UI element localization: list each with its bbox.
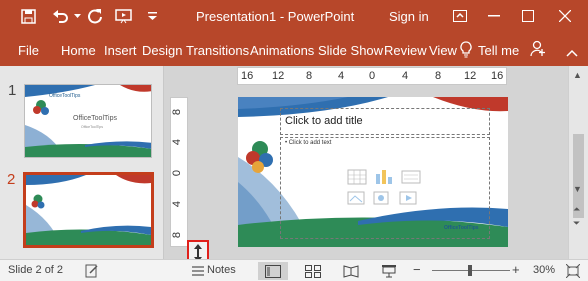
customize-qat-icon[interactable] <box>144 0 160 32</box>
tab-view[interactable]: View <box>429 43 457 58</box>
tab-transitions[interactable]: Transitions <box>186 43 249 58</box>
ruler-tick: 12 <box>272 70 285 82</box>
tab-animations[interactable]: Animations <box>250 43 314 58</box>
fit-slide-to-window-icon[interactable] <box>564 262 582 280</box>
content-placeholder[interactable]: • Click to add text <box>280 137 490 239</box>
ruler-tick: 4 <box>402 70 409 82</box>
close-icon[interactable] <box>548 0 582 32</box>
slide-number-1: 1 <box>8 82 17 99</box>
tab-slide-show[interactable]: Slide Show <box>318 43 383 58</box>
minimize-icon[interactable] <box>477 0 511 32</box>
ruler-tick: 16 <box>491 70 504 82</box>
slide-thumbnail-1[interactable]: OfficeToolTips OfficeToolTips OfficeTool… <box>24 84 152 158</box>
normal-view-icon[interactable] <box>258 262 288 280</box>
horizontal-ruler[interactable]: 16 12 8 4 0 4 8 12 16 <box>237 67 507 85</box>
title-placeholder[interactable]: Click to add title <box>280 108 490 135</box>
slide-brand-text: OfficeToolTips <box>444 225 479 231</box>
ruler-tick: 4 <box>338 70 345 82</box>
vertical-ruler[interactable]: 8 4 0 4 8 <box>170 97 188 247</box>
start-from-beginning-icon[interactable] <box>112 0 136 32</box>
zoom-slider-thumb[interactable] <box>468 265 472 276</box>
ruler-tick: 4 <box>171 138 184 146</box>
slide-indicator: Slide 2 of 2 <box>8 264 64 276</box>
tab-insert[interactable]: Insert <box>104 43 137 58</box>
next-slide-icon[interactable]: ⏷ <box>573 218 580 229</box>
ribbon-tab-bar: File Home Insert Design Transitions Anim… <box>0 32 588 66</box>
undo-icon[interactable] <box>48 0 74 32</box>
tab-design[interactable]: Design <box>142 43 182 58</box>
thumb1-subtitle: OfficeToolTips <box>81 125 103 129</box>
tab-file[interactable]: File <box>18 43 39 58</box>
slide-canvas[interactable]: Click to add title • Click to add text O… <box>238 97 508 247</box>
thumb1-title: OfficeToolTips <box>73 115 117 122</box>
zoom-in-button[interactable]: + <box>512 262 520 277</box>
slide-thumbnail-pane[interactable]: 1 OfficeToolTips OfficeToolTips OfficeTo… <box>0 66 164 259</box>
slide-sorter-view-icon[interactable] <box>298 262 328 280</box>
zoom-level[interactable]: 30% <box>533 264 555 276</box>
lightbulb-icon[interactable] <box>460 41 472 63</box>
ruler-tick: 4 <box>171 200 184 208</box>
zoom-out-button[interactable]: − <box>413 262 421 277</box>
title-bar: Presentation1 - PowerPoint Sign in <box>0 0 588 32</box>
collapse-ribbon-icon[interactable] <box>566 44 578 62</box>
ruler-tick: 16 <box>241 70 254 82</box>
tab-review[interactable]: Review <box>384 43 427 58</box>
scroll-down-icon[interactable]: ▼ <box>573 184 582 194</box>
insert-content-icons[interactable] <box>346 168 426 208</box>
reading-view-icon[interactable] <box>336 262 366 280</box>
maximize-icon[interactable] <box>511 0 545 32</box>
ruler-tick: 8 <box>306 70 313 82</box>
ruler-tick: 0 <box>369 70 376 82</box>
notes-button[interactable]: Notes <box>207 264 236 276</box>
content-placeholder-text: • Click to add text <box>285 140 332 146</box>
window-title: Presentation1 - PowerPoint <box>196 9 355 24</box>
tab-home[interactable]: Home <box>61 43 96 58</box>
ribbon-display-options-icon[interactable] <box>443 0 477 32</box>
save-icon[interactable] <box>16 0 40 32</box>
undo-dropdown-icon[interactable] <box>72 0 82 32</box>
ruler-tick: 8 <box>171 108 184 116</box>
spell-check-icon[interactable] <box>84 262 100 280</box>
ruler-tick: 8 <box>435 70 442 82</box>
thumb1-brand: OfficeToolTips <box>49 93 81 99</box>
redo-icon[interactable] <box>84 0 106 32</box>
share-icon[interactable] <box>530 40 546 62</box>
status-bar: Slide 2 of 2 Notes − + 30% <box>0 259 588 281</box>
previous-slide-icon[interactable]: ⏶ <box>573 204 580 215</box>
sign-in-link[interactable]: Sign in <box>389 9 429 24</box>
ruler-tick: 0 <box>171 169 184 177</box>
tell-me-box[interactable]: Tell me <box>478 43 519 58</box>
ruler-tick: 8 <box>171 231 184 239</box>
slide-thumbnail-2[interactable] <box>23 172 154 248</box>
slide-show-view-icon[interactable] <box>374 262 404 280</box>
ruler-tick: 12 <box>464 70 477 82</box>
vertical-scrollbar[interactable]: ▲ ▼ ⏶ ⏷ <box>568 66 588 259</box>
slide-number-2: 2 <box>7 171 16 188</box>
scroll-up-icon[interactable]: ▲ <box>573 70 582 80</box>
notes-icon[interactable] <box>190 262 206 280</box>
